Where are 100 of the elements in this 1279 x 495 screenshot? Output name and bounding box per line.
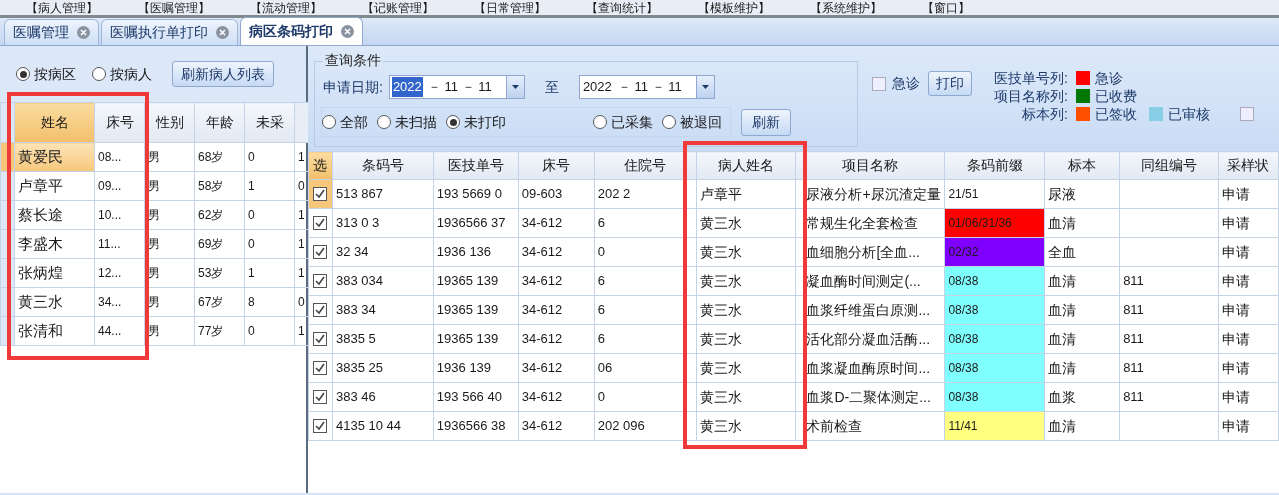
column-header[interactable]: 标本 <box>1044 151 1120 180</box>
radio-label: 按病区 <box>34 64 76 84</box>
menu-item[interactable]: 【系统维护】 <box>810 0 882 15</box>
table-cell: 黄三水 <box>699 417 742 434</box>
table-cell: 34-612 <box>521 331 563 347</box>
table-cell: 申请 <box>1222 330 1250 347</box>
column-header[interactable]: 条码前缀 <box>944 151 1045 180</box>
legend-text: 已审核 <box>1167 105 1210 123</box>
checkbox[interactable] <box>313 216 327 230</box>
table-cell: 1 <box>298 237 305 251</box>
menu-item[interactable]: 【记账管理】 <box>362 0 434 15</box>
tab[interactable]: 病区条码打印 <box>240 17 363 45</box>
date-rest: － 11 － 11 <box>427 78 492 97</box>
radio-button[interactable] <box>92 67 106 81</box>
checkbox[interactable] <box>313 187 327 201</box>
checkbox[interactable] <box>1239 107 1254 121</box>
column-header[interactable]: 条码号 <box>332 151 434 180</box>
table-cell: 09-603 <box>521 186 563 202</box>
table-cell: 1 <box>298 266 305 280</box>
column-header[interactable]: 未采 <box>244 102 295 143</box>
close-icon[interactable] <box>77 26 90 39</box>
table-cell: 血清 <box>1048 272 1077 289</box>
table-cell: 0 <box>248 150 255 164</box>
table-cell: 77岁 <box>198 324 224 338</box>
table-cell: 6 <box>597 331 605 347</box>
table-cell: 男 <box>148 208 160 222</box>
radio-button[interactable] <box>662 115 676 129</box>
column-header[interactable]: 姓名 <box>14 102 95 143</box>
table-cell: 53岁 <box>198 266 224 280</box>
column-header[interactable]: 采样状 <box>1218 151 1279 180</box>
menu-item[interactable]: 【模板维护】 <box>698 0 770 15</box>
group-title: 查询条件 <box>323 51 383 69</box>
radio-button[interactable] <box>377 115 391 129</box>
menu-item[interactable]: 【查询统计】 <box>586 0 658 15</box>
column-header[interactable]: 选 <box>308 151 333 180</box>
checkbox[interactable] <box>313 245 327 259</box>
column-header[interactable]: 年龄 <box>194 102 245 143</box>
table-cell: 3835 25 <box>335 360 383 376</box>
legend-label: 医技单号列: <box>994 69 1068 87</box>
close-icon[interactable] <box>216 26 229 39</box>
legend-label: 标本列: <box>1021 105 1068 123</box>
date-field[interactable]: 2022 － 11 － 11 <box>388 75 525 99</box>
close-icon[interactable] <box>341 25 354 38</box>
checkbox[interactable] <box>313 332 327 346</box>
refresh-button[interactable]: 刷新 <box>741 108 791 136</box>
table-cell: 19365 139 <box>436 331 499 347</box>
table-cell: 19365 139 <box>436 273 499 289</box>
tab[interactable]: 医嘱管理 <box>4 19 99 45</box>
table-cell: 凝血酶时间测定(... <box>806 272 921 289</box>
date-year: 2022 <box>581 78 613 97</box>
radio-button[interactable] <box>593 115 607 129</box>
column-header[interactable]: 病人姓名 <box>696 151 796 180</box>
radio-label: 按病人 <box>110 64 152 84</box>
table-cell: 69岁 <box>198 237 224 251</box>
checkbox[interactable] <box>872 76 886 91</box>
table-cell: 李盛木 <box>18 234 63 252</box>
table-cell: 血清 <box>1048 330 1077 347</box>
table-cell: 34-612 <box>521 273 563 289</box>
table-cell: 34-612 <box>521 360 563 376</box>
table-cell: 313 0 3 <box>335 215 380 231</box>
checkbox[interactable] <box>313 303 327 317</box>
column-header[interactable]: 床号 <box>94 102 145 143</box>
table-cell: 383 34 <box>335 302 376 318</box>
table-cell: 19365 139 <box>436 302 499 318</box>
barcode-prefix-cell: 08/38 <box>944 353 1045 383</box>
dropdown-icon[interactable] <box>505 76 524 98</box>
checkbox[interactable] <box>313 361 327 375</box>
menu-item[interactable]: 【医嘱管理】 <box>138 0 210 15</box>
menu-item[interactable]: 【病人管理】 <box>26 0 98 15</box>
menu-item[interactable]: 【窗口】 <box>922 0 970 15</box>
barcode-prefix-cell: 02/32 <box>944 237 1045 267</box>
radio-button[interactable] <box>322 115 336 129</box>
table-cell: 卢章平 <box>699 185 742 202</box>
table-cell: 68岁 <box>198 150 224 164</box>
barcode-prefix-cell: 21/51 <box>944 179 1045 209</box>
column-header[interactable]: 床号 <box>518 151 595 180</box>
table-cell: 0 <box>248 237 255 251</box>
column-header[interactable]: 同组编号 <box>1119 151 1219 180</box>
table-cell: 193 5669 0 <box>436 186 502 202</box>
dropdown-icon[interactable] <box>695 76 714 98</box>
menu-item[interactable]: 【流动管理】 <box>250 0 322 15</box>
date-field[interactable]: 2022 － 11 － 11 <box>578 75 715 99</box>
table-cell: 44... <box>98 324 122 338</box>
menu-item[interactable]: 【日常管理】 <box>474 0 546 15</box>
table-cell: 0 <box>597 389 605 405</box>
table-cell: 513 867 <box>335 186 383 202</box>
table-cell: 202 096 <box>597 418 645 434</box>
checkbox[interactable] <box>313 419 327 433</box>
print-button[interactable]: 打印 <box>928 71 972 96</box>
checkbox[interactable] <box>313 274 327 288</box>
table-cell: 黄三水 <box>18 292 63 310</box>
column-header[interactable]: 项目名称 <box>795 151 945 180</box>
refresh-button[interactable]: 刷新病人列表 <box>172 61 274 87</box>
radio-button[interactable] <box>16 67 30 81</box>
column-header[interactable]: 住院号 <box>594 151 697 180</box>
barcode-prefix-cell: 08/38 <box>944 324 1045 354</box>
column-header[interactable]: 医技单号 <box>433 151 519 180</box>
radio-button[interactable] <box>446 115 460 129</box>
tab[interactable]: 医嘱执行单打印 <box>101 19 238 45</box>
checkbox[interactable] <box>313 390 327 404</box>
